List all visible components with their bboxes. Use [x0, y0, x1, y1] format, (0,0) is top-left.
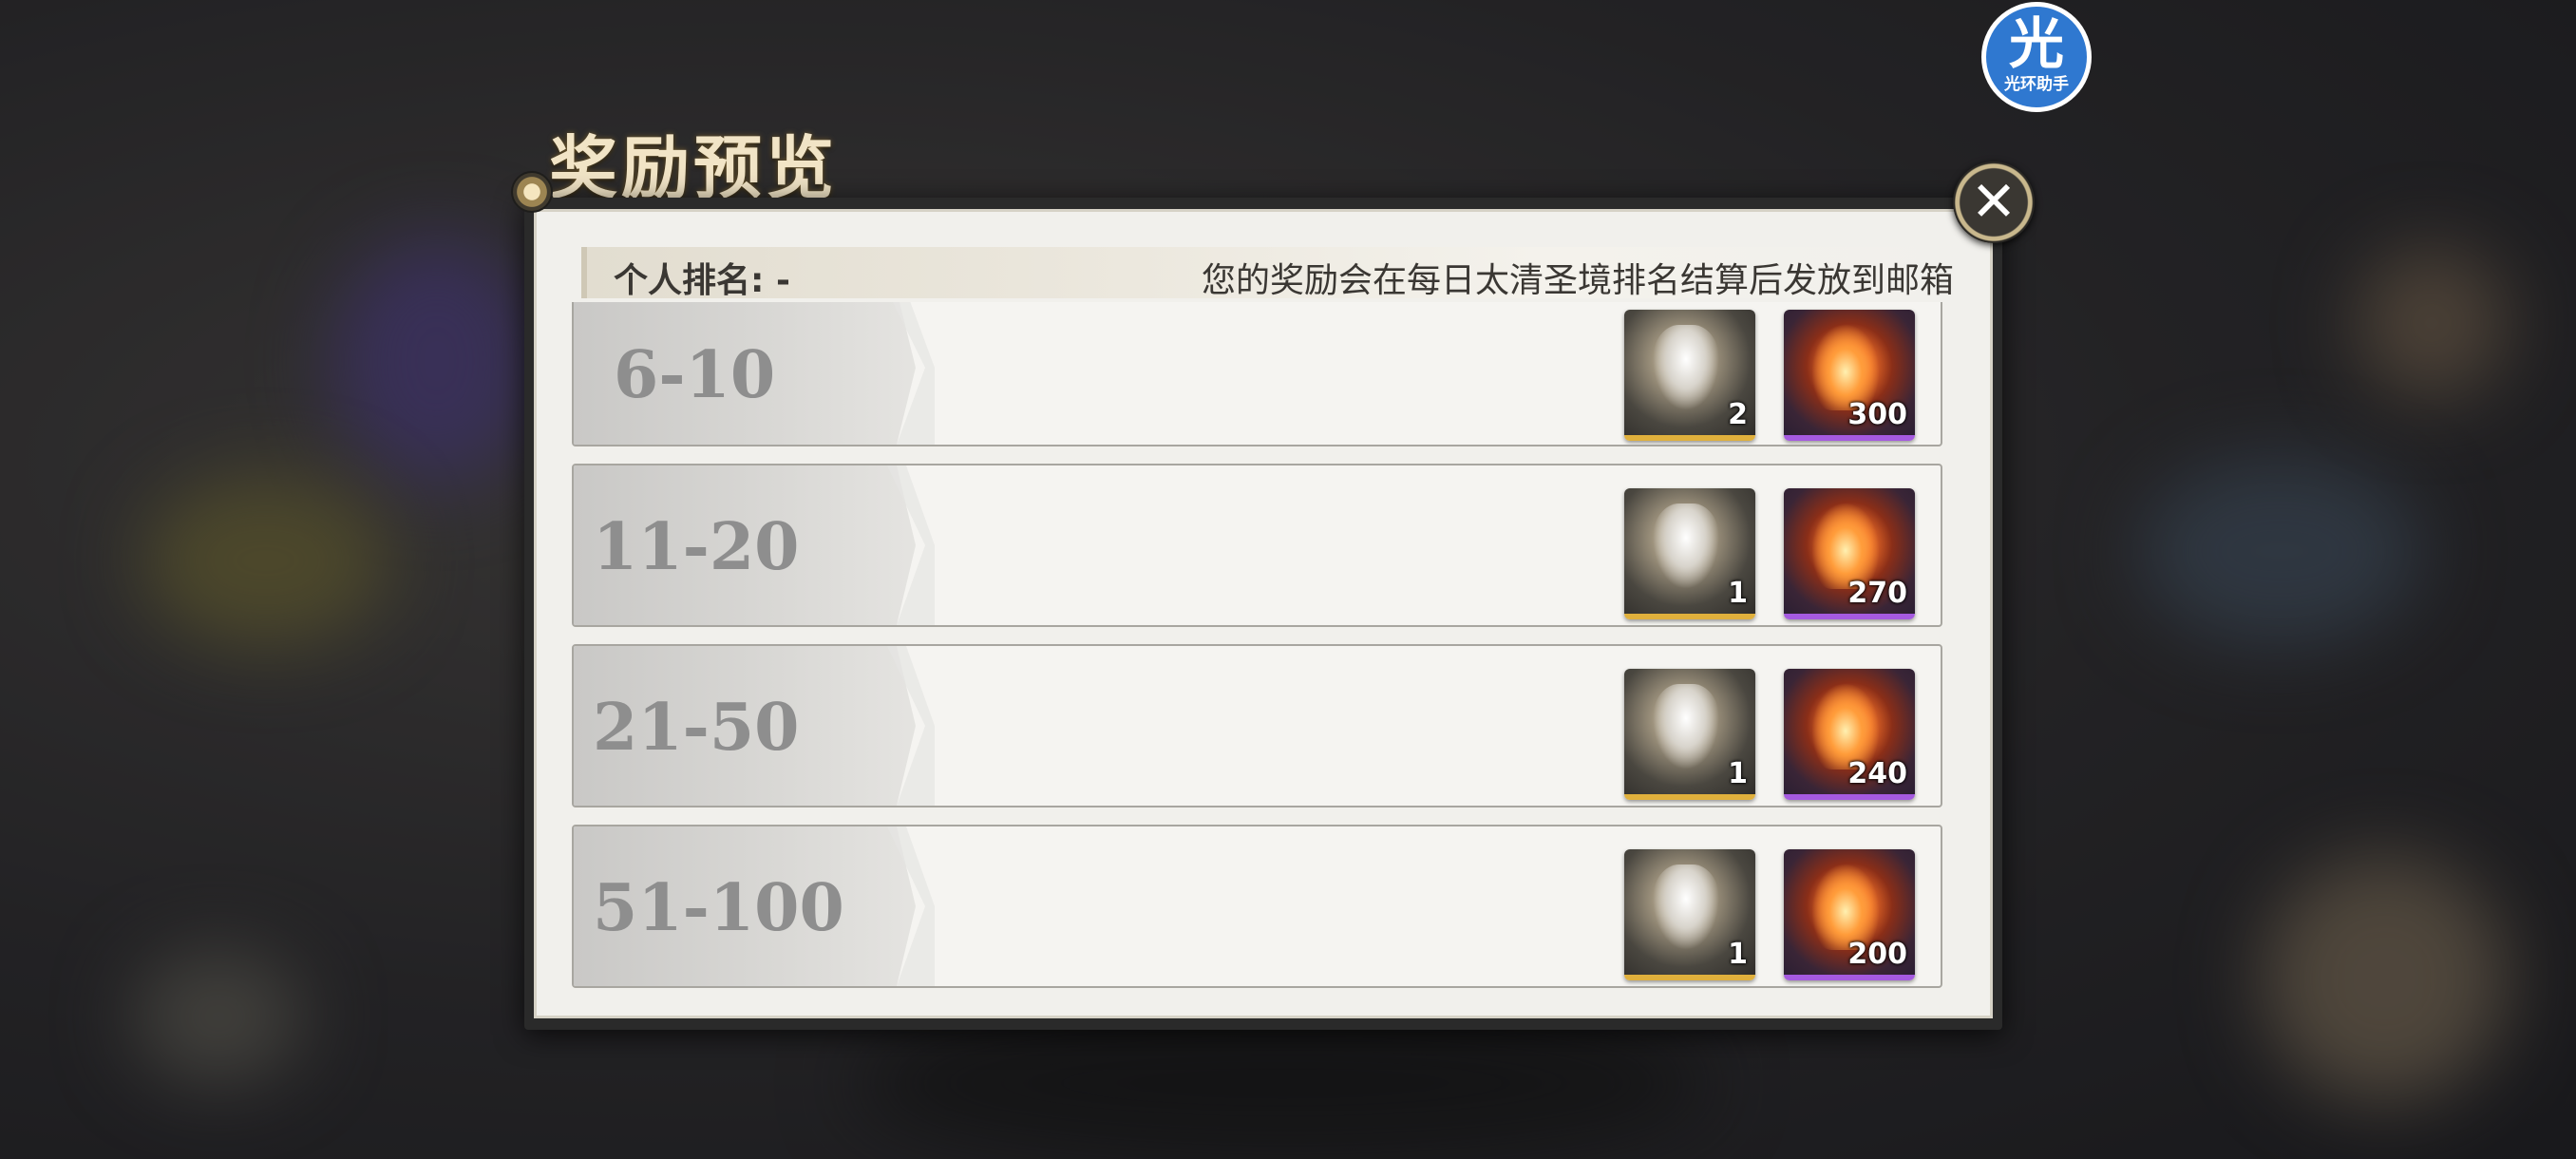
helper-label: 光环助手: [2004, 75, 2069, 94]
item-quantity: 2: [1728, 398, 1748, 431]
character-card-icon[interactable]: 2: [1624, 310, 1755, 441]
item-quantity: 300: [1847, 398, 1907, 431]
corner-ornament-icon: [511, 171, 553, 213]
rank-range: 11-20: [593, 509, 800, 585]
reward-list[interactable]: 6-10 2 300 11-20 1 270 21-50 1 240 51-10…: [572, 302, 1942, 994]
item-art: [1653, 684, 1719, 770]
flame-material-icon[interactable]: 200: [1784, 849, 1915, 980]
flame-material-icon[interactable]: 300: [1784, 310, 1915, 441]
rank-label: 个人排名:: [614, 261, 765, 300]
item-quantity: 1: [1728, 938, 1748, 971]
character-card-icon[interactable]: 1: [1624, 488, 1755, 619]
reward-row: 21-50 1 240: [572, 644, 1942, 808]
rank-range: 6-10: [614, 337, 776, 413]
item-art: [1653, 864, 1719, 950]
item-art: [1653, 504, 1719, 589]
rank-range: 51-100: [593, 870, 844, 946]
item-quantity: 1: [1728, 757, 1748, 790]
flame-material-icon[interactable]: 270: [1784, 488, 1915, 619]
item-quantity: 200: [1847, 938, 1907, 971]
personal-rank: 个人排名: -: [614, 253, 790, 302]
character-card-icon[interactable]: 1: [1624, 669, 1755, 800]
info-bar: 个人排名: - 您的奖励会在每日太清圣境排名结算后发放到邮箱: [581, 247, 1954, 300]
rank-range: 21-50: [593, 690, 800, 766]
helper-logo-text: 光: [2008, 11, 2064, 76]
character-card-icon[interactable]: 1: [1624, 849, 1755, 980]
helper-badge[interactable]: 光 光环助手: [1981, 2, 2092, 112]
item-quantity: 1: [1728, 577, 1748, 610]
reward-row: 6-10 2 300: [572, 302, 1942, 446]
item-art: [1653, 325, 1719, 410]
item-quantity: 240: [1847, 757, 1907, 790]
reward-notice: 您的奖励会在每日太清圣境排名结算后发放到邮箱: [1201, 261, 1954, 300]
close-button[interactable]: ✕: [1953, 162, 2035, 243]
item-quantity: 270: [1847, 577, 1907, 610]
rank-value: -: [775, 261, 790, 300]
reward-row: 51-100 1 200: [572, 825, 1942, 988]
close-icon: ✕: [1970, 169, 2017, 234]
reward-row: 11-20 1 270: [572, 464, 1942, 627]
flame-material-icon[interactable]: 240: [1784, 669, 1915, 800]
